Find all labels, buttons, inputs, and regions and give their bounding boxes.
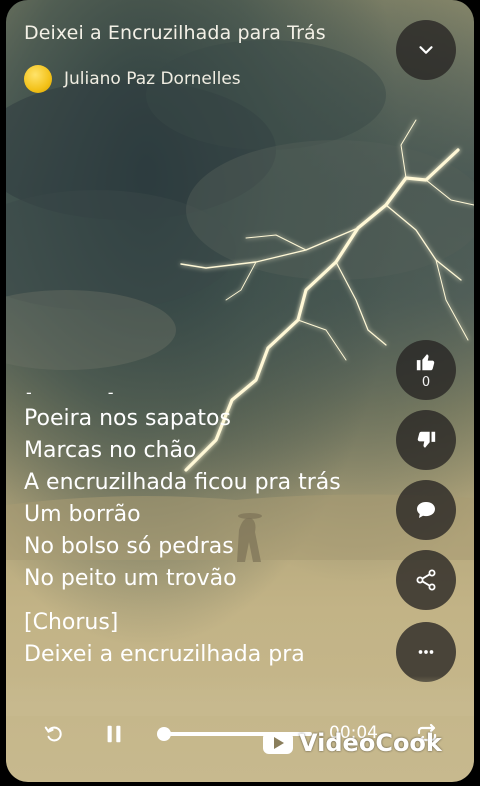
replay-icon: [44, 726, 62, 742]
lyric-line: Poeira nos sapatos: [24, 406, 231, 431]
replay-button[interactable]: [37, 717, 71, 751]
artist-avatar[interactable]: [24, 65, 52, 93]
lyric-line: Marcas no chão: [24, 438, 197, 463]
chevron-down-icon: [419, 46, 433, 54]
lyrics-marker-right: -: [107, 383, 114, 402]
more-button[interactable]: [396, 622, 456, 682]
artist-row[interactable]: Juliano Paz Dornelles: [24, 63, 241, 95]
share-button[interactable]: [396, 550, 456, 610]
lyric-line: Deixei a encruzilhada pra: [24, 642, 305, 667]
lyrics-marker-left: -: [26, 383, 32, 402]
progress-handle[interactable]: [157, 727, 171, 741]
comment-button[interactable]: [396, 480, 456, 540]
dislike-button[interactable]: [396, 410, 456, 470]
lyrics-panel[interactable]: -- Poeira nos sapatos Marcas no chão A e…: [24, 383, 384, 671]
lyrics-markers: --: [24, 383, 384, 403]
share-icon: [416, 569, 436, 591]
collapse-button[interactable]: [396, 20, 456, 80]
like-count: 0: [421, 374, 431, 390]
song-title: Deixei a Encruzilhada para Trás: [24, 22, 326, 44]
pause-icon: [107, 725, 121, 743]
watermark: VideoCook: [263, 729, 442, 757]
lyric-line: Um borrão: [24, 502, 141, 527]
thumbs-down-icon: [417, 431, 436, 448]
lyric-gap: [24, 595, 384, 607]
lyric-line: No peito um trovão: [24, 566, 237, 591]
thumbs-up-icon: [416, 353, 435, 370]
lyric-line: No bolso só pedras: [24, 534, 234, 559]
chorus-tag: [Chorus]: [24, 610, 119, 635]
pause-button[interactable]: [97, 717, 131, 751]
comment-icon: [417, 502, 435, 518]
videocook-logo-icon: [263, 732, 293, 754]
lyric-line: A encruzilhada ficou pra trás: [24, 470, 341, 495]
player-screen: Deixei a Encruzilhada para Trás Juliano …: [6, 0, 474, 782]
watermark-text: VideoCook: [299, 729, 442, 757]
more-icon: [418, 650, 434, 654]
artist-name[interactable]: Juliano Paz Dornelles: [64, 69, 241, 89]
like-button[interactable]: 0: [396, 340, 456, 400]
